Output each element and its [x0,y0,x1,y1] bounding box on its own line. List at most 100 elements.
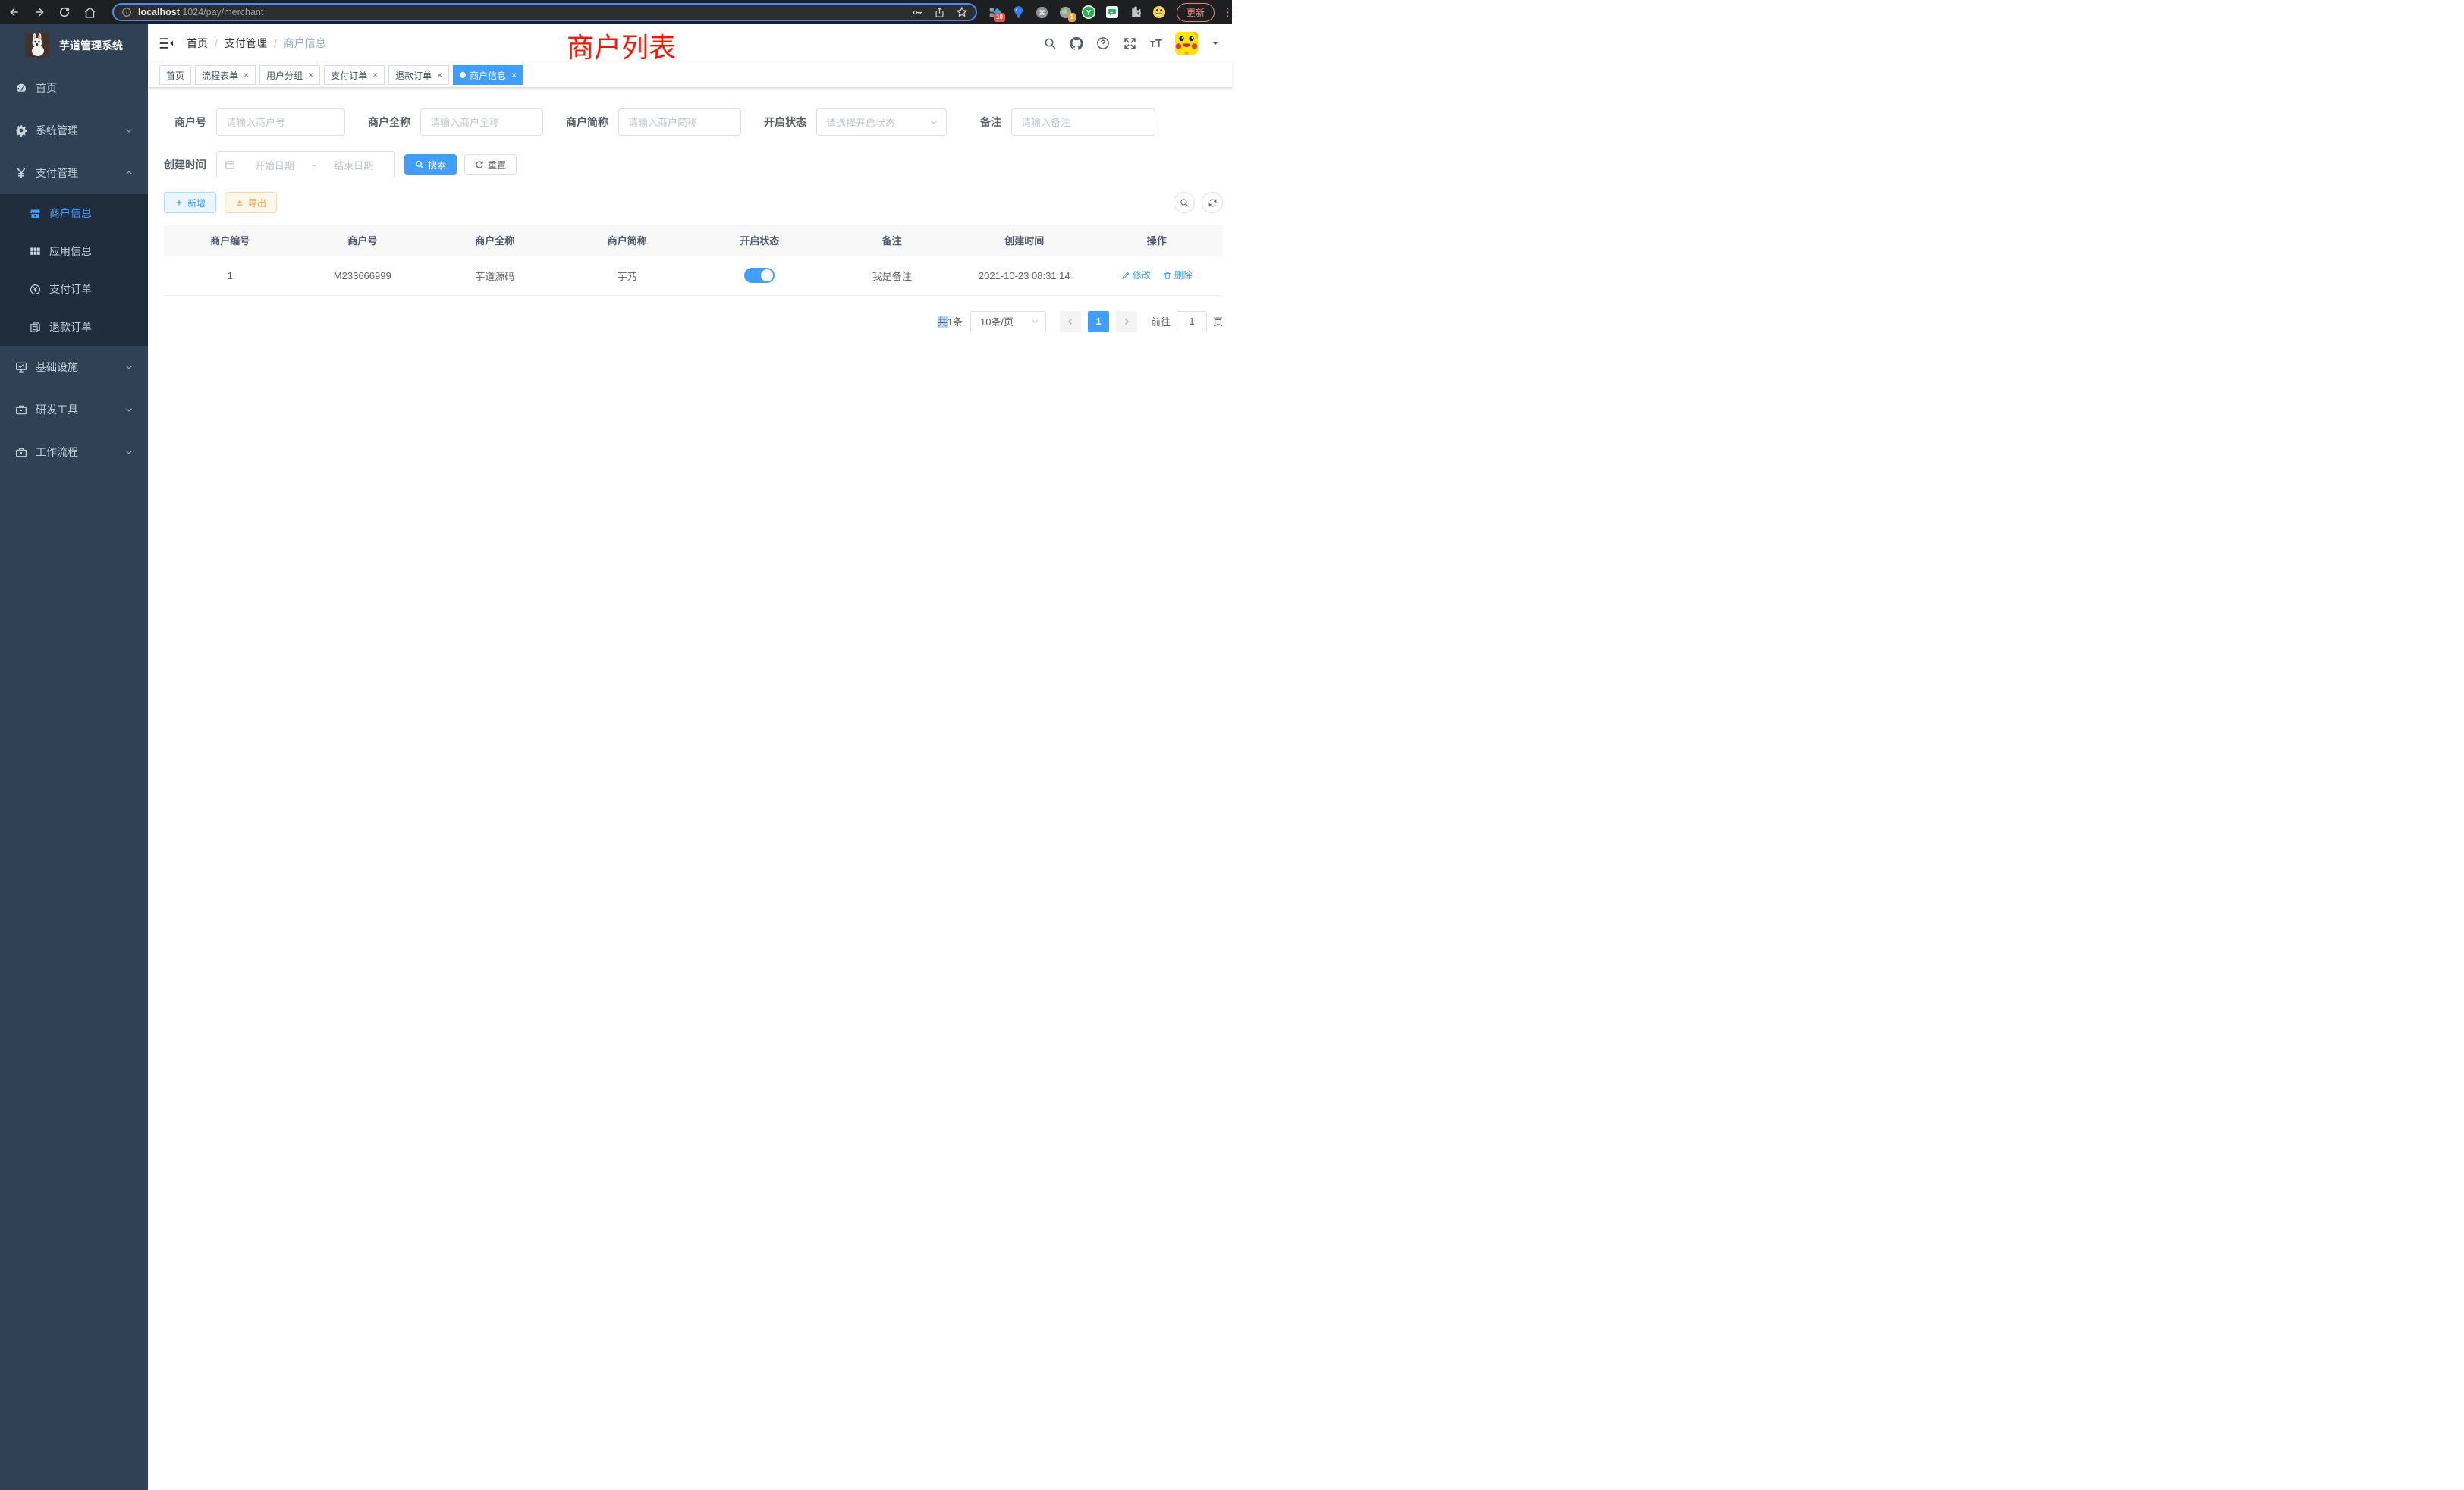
cell-create-time: 2021-10-23 08:31:14 [958,256,1091,295]
app-logo [25,33,49,58]
breadcrumb-payment[interactable]: 支付管理 [225,36,267,51]
refresh-table-button[interactable] [1202,192,1223,213]
sidebar-item-infrastructure[interactable]: 基础设施 [0,346,148,388]
create-time-range-picker[interactable]: 开始日期 - 结束日期 [216,151,395,178]
chevron-down-icon [929,118,938,127]
breadcrumb: 首页 / 支付管理 / 商户信息 [187,36,326,51]
chevron-up-icon [124,168,134,178]
col-actions: 操作 [1091,225,1224,256]
col-merchant-no: 商户号 [297,225,429,256]
extension-y-icon[interactable]: Y [1082,5,1095,19]
browser-forward-icon[interactable] [33,5,46,19]
share-icon[interactable] [934,7,945,18]
close-icon[interactable]: × [372,70,378,80]
profile-emoji-icon[interactable] [1152,5,1166,19]
tab-merchant-info[interactable]: 商户信息 × [453,65,523,85]
calendar-icon [225,159,235,170]
tab-process-form[interactable]: 流程表单 × [195,65,256,85]
browser-reload-icon[interactable] [58,5,71,19]
sidebar-item-system[interactable]: 系统管理 [0,109,148,152]
col-short-name: 商户简称 [561,225,694,256]
address-bar[interactable]: localhost:1024/pay/merchant [112,3,977,21]
extensions-puzzle-icon[interactable] [1129,5,1142,19]
header-search-icon[interactable] [1043,36,1057,50]
sidebar-item-workflow[interactable]: 工作流程 [0,431,148,473]
reset-button[interactable]: 重置 [464,154,517,175]
app-title: 芋道管理系统 [59,38,123,53]
remark-label: 备注 [979,115,1001,130]
browser-menu-icon[interactable]: ⋮ [1222,5,1234,19]
password-key-icon[interactable] [912,7,923,18]
breadcrumb-home[interactable]: 首页 [187,36,208,51]
full-name-input[interactable] [420,108,543,136]
browser-back-icon[interactable] [8,5,21,19]
close-icon[interactable]: × [437,70,442,80]
next-page-button[interactable] [1116,311,1137,332]
chevron-down-icon [124,405,134,414]
close-icon[interactable]: × [244,70,249,80]
sidebar-item-label: 首页 [36,80,57,96]
yen-circle-icon [30,284,41,295]
avatar-caret-icon[interactable] [1211,39,1220,48]
help-icon[interactable] [1096,36,1110,50]
avatar[interactable] [1175,32,1198,55]
tab-home[interactable]: 首页 [159,65,191,85]
add-button[interactable]: 新增 [164,192,216,213]
table-row: 1 M233666999 芋道源码 芋艿 我是备注 2021-10-23 08:… [164,256,1223,295]
pagination-total: 共1条 [938,314,963,328]
cell-merchant-no: M233666999 [297,256,429,295]
extension-grid-icon[interactable]: 10 [988,5,1001,19]
browser-chrome: localhost:1024/pay/merchant 10 ⌘ 1 [0,0,1232,24]
merchant-no-input[interactable] [216,108,345,136]
tab-pay-orders[interactable]: 支付订单 × [324,65,385,85]
browser-update-button[interactable]: 更新 [1177,3,1215,22]
sidebar-item-pay-orders[interactable]: 支付订单 [0,270,148,308]
extension-command-icon[interactable]: ⌘ [1035,5,1048,19]
notification-badge: 1 [1068,13,1076,22]
tab-user-group[interactable]: 用户分组 × [259,65,320,85]
delete-link[interactable]: 删除 [1163,269,1193,281]
export-button[interactable]: 导出 [225,192,277,213]
page-size-select[interactable]: 10条/页 [970,311,1046,332]
show-search-toggle-button[interactable] [1174,192,1195,213]
sidebar-item-app-info[interactable]: 应用信息 [0,232,148,270]
close-icon[interactable]: × [511,70,517,80]
fullscreen-icon[interactable] [1123,36,1136,50]
font-size-icon[interactable]: тT [1149,37,1162,50]
tab-refund-orders[interactable]: 退款订单 × [388,65,449,85]
github-icon[interactable] [1070,36,1083,50]
sidebar: 芋道管理系统 首页 系统管理 支付管理 商户信息 [0,24,148,1490]
page-annotation: 商户列表 [567,26,676,65]
extension-chat-icon[interactable] [1105,5,1119,19]
short-name-input[interactable] [618,108,741,136]
extension-pin-icon[interactable] [1011,5,1025,19]
col-create-time: 创建时间 [958,225,1091,256]
goto-page-input[interactable] [1177,311,1207,332]
site-info-icon[interactable] [121,7,132,17]
bookmark-star-icon[interactable] [956,6,968,18]
sidebar-item-dev-tools[interactable]: 研发工具 [0,388,148,431]
cell-status [693,256,826,295]
active-dot [460,72,466,78]
sidebar-item-refund-orders[interactable]: 退款订单 [0,308,148,346]
sidebar-item-merchant-info[interactable]: 商户信息 [0,194,148,232]
prev-page-button[interactable] [1060,311,1081,332]
search-button[interactable]: 搜索 [404,154,457,175]
sidebar-item-payment[interactable]: 支付管理 [0,152,148,194]
status-toggle[interactable] [744,268,775,283]
current-page-button[interactable]: 1 [1088,311,1109,332]
remark-input[interactable] [1011,108,1155,136]
browser-home-icon[interactable] [83,5,96,19]
sidebar-item-home[interactable]: 首页 [0,67,148,109]
status-select[interactable]: 请选择开启状态 [816,108,947,136]
sidebar-item-label: 基础设施 [36,360,78,375]
app-logo-row[interactable]: 芋道管理系统 [0,24,148,67]
tags-view-bar: 首页 流程表单 × 用户分组 × 支付订单 × 退款订单 × 商户信息 × [148,62,1232,88]
cell-short-name: 芋艿 [561,256,694,295]
sidebar-collapse-icon[interactable] [159,36,174,51]
edit-link[interactable]: 修改 [1121,269,1151,281]
extension-badge: 10 [994,13,1005,22]
briefcase-icon [15,446,27,458]
extension-recorder-icon[interactable]: 1 [1058,5,1072,19]
close-icon[interactable]: × [308,70,313,80]
